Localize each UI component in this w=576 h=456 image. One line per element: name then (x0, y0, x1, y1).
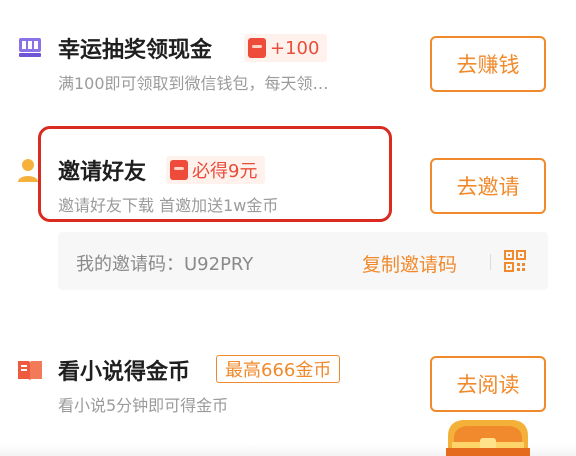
go-read-button[interactable]: 去阅读 (430, 356, 546, 412)
prize-machine-icon (19, 38, 41, 57)
treasure-chest-icon[interactable] (440, 408, 536, 456)
task-title: 幸运抽奖领现金 (58, 38, 213, 63)
task-description: 满100即可领取到微信钱包，每天领… (58, 74, 329, 93)
go-invite-button[interactable]: 去邀请 (430, 158, 546, 214)
red-packet-icon (248, 38, 266, 58)
task-list-page: 幸运抽奖领现金 +100 满100即可领取到微信钱包，每天领… 去赚钱 邀请好友… (0, 0, 576, 456)
go-earn-button[interactable]: 去赚钱 (430, 36, 546, 92)
reward-badge: +100 (244, 34, 328, 62)
reward-badge: 最高666金币 (216, 355, 341, 383)
badge-text: +100 (270, 37, 320, 59)
qr-code-icon[interactable] (504, 250, 526, 272)
task-description: 看小说5分钟即可得金币 (58, 396, 229, 415)
book-icon (18, 361, 42, 381)
highlight-box (38, 126, 392, 222)
divider (490, 254, 491, 270)
badge-text: 最高666金币 (225, 360, 332, 381)
invite-code-bar: 我的邀请码：U92PRY 复制邀请码 (58, 232, 548, 290)
copy-invite-code-button[interactable]: 复制邀请码 (362, 250, 457, 277)
invite-code-label: 我的邀请码：U92PRY (76, 254, 254, 275)
task-title: 看小说得金币 (58, 360, 191, 385)
